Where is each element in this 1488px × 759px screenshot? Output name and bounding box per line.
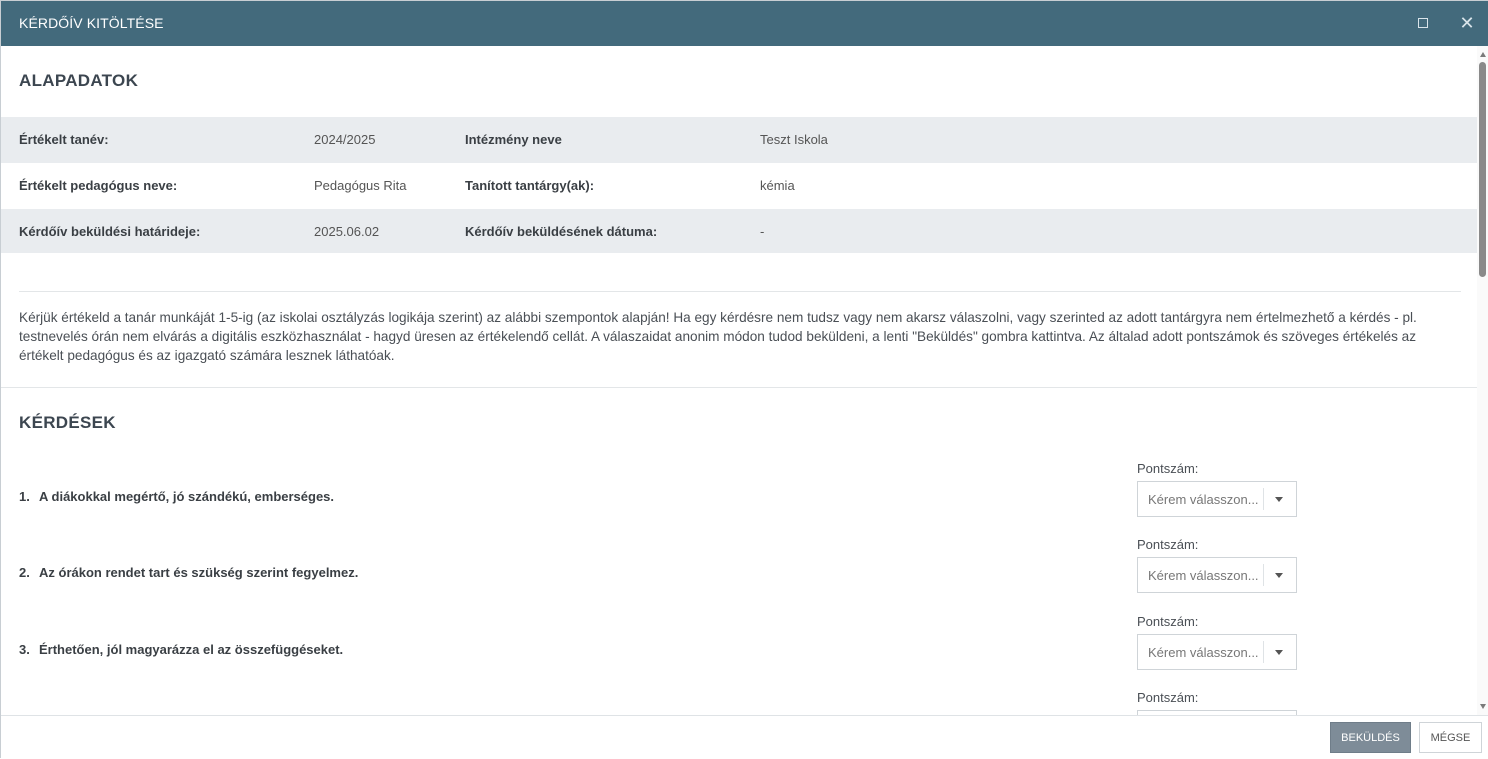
question-text: 2. Az órákon rendet tart és szükség szeri…: [19, 565, 358, 580]
question-number: 2.: [19, 565, 30, 580]
info-value: Teszt Iskola: [760, 132, 828, 147]
question-item: 1. A diákokkal megértő, jó szándékú, embe…: [1, 449, 1477, 525]
questions-title: KÉRDÉSEK: [19, 413, 116, 432]
select-separator: [1263, 641, 1264, 663]
info-value: -: [760, 224, 765, 239]
score-label: Pontszám:: [1137, 461, 1199, 476]
score-select[interactable]: Kérem válasszon...: [1137, 481, 1297, 517]
info-row: Értékelt pedagógus neve: Pedagógus Rita …: [1, 163, 1477, 209]
maximize-icon[interactable]: [1413, 13, 1433, 33]
question-number: 3.: [19, 642, 30, 657]
info-value: Pedagógus Rita: [314, 178, 407, 193]
chevron-down-icon[interactable]: [1275, 497, 1283, 502]
dialog-footer: BEKÜLDÉS MÉGSE: [1, 715, 1488, 759]
basic-data-table: Értékelt tanév: 2024/2025 Intézmény neve…: [1, 117, 1477, 253]
dialog-titlebar: KÉRDŐÍV KITÖLTÉSE ✕: [1, 1, 1488, 46]
intro-text: Kérjük értékeld a tanár munkáját 1-5-ig …: [19, 310, 1417, 363]
info-label: Intézmény neve: [465, 132, 562, 147]
info-label: Értékelt pedagógus neve:: [19, 178, 178, 193]
question-number: 1.: [19, 489, 30, 504]
info-row: Kérdőív beküldési határideje: 2025.06.02…: [1, 209, 1477, 253]
score-label: Pontszám:: [1137, 614, 1199, 629]
score-select[interactable]: Kérem válasszon...: [1137, 634, 1297, 670]
info-value: 2024/2025: [314, 132, 376, 147]
select-placeholder: Kérem válasszon...: [1148, 492, 1259, 507]
question-text: 1. A diákokkal megértő, jó szándékú, embe…: [19, 489, 334, 504]
divider: [19, 291, 1461, 292]
score-select[interactable]: Kérem válasszon...: [1137, 557, 1297, 593]
basic-data-title: ALAPADATOK: [19, 71, 139, 90]
select-separator: [1263, 564, 1264, 586]
question-label: Érthetően, jól magyarázza el az összefüg…: [39, 642, 344, 657]
select-placeholder: Kérem válasszon...: [1148, 645, 1259, 660]
divider: [1, 387, 1477, 388]
chevron-down-icon[interactable]: [1275, 650, 1283, 655]
info-value: kémia: [760, 178, 795, 193]
info-label: Kérdőív beküldési határideje:: [19, 224, 201, 239]
close-icon[interactable]: ✕: [1457, 13, 1477, 33]
cancel-button[interactable]: MÉGSE: [1419, 722, 1482, 753]
select-placeholder: Kérem válasszon...: [1148, 568, 1259, 583]
info-row: Értékelt tanév: 2024/2025 Intézmény neve…: [1, 117, 1477, 163]
question-label: Az órákon rendet tart és szükség szerint…: [39, 565, 359, 580]
question-item: Pontszám:: [1, 678, 1477, 715]
select-separator: [1263, 488, 1264, 510]
info-label: Kérdőív beküldésének dátuma:: [465, 224, 658, 239]
vertical-scrollbar[interactable]: [1477, 46, 1488, 715]
question-label: A diákokkal megértő, jó szándékú, embers…: [39, 489, 335, 504]
score-label: Pontszám:: [1137, 537, 1199, 552]
question-item: 2. Az órákon rendet tart és szükség szeri…: [1, 525, 1477, 601]
scroll-up-icon[interactable]: [1480, 52, 1486, 57]
question-text: 3. Érthetően, jól magyarázza el az összef…: [19, 642, 343, 657]
info-value: 2025.06.02: [314, 224, 380, 239]
scroll-down-icon[interactable]: [1480, 704, 1486, 709]
submit-button[interactable]: BEKÜLDÉS: [1330, 722, 1411, 753]
question-item: 3. Érthetően, jól magyarázza el az összef…: [1, 602, 1477, 678]
scrollbar-thumb[interactable]: [1479, 62, 1486, 277]
questionnaire-dialog: KÉRDŐÍV KITÖLTÉSE ✕ ALAPADATOK Értékelt …: [0, 0, 1488, 759]
chevron-down-icon[interactable]: [1275, 573, 1283, 578]
dialog-content[interactable]: ALAPADATOK Értékelt tanév: 2024/2025 Int…: [1, 46, 1477, 715]
info-label: Értékelt tanév:: [19, 132, 109, 147]
dialog-title: KÉRDŐÍV KITÖLTÉSE: [19, 15, 164, 31]
score-label: Pontszám:: [1137, 690, 1199, 705]
info-label: Tanított tantárgy(ak):: [465, 178, 595, 193]
